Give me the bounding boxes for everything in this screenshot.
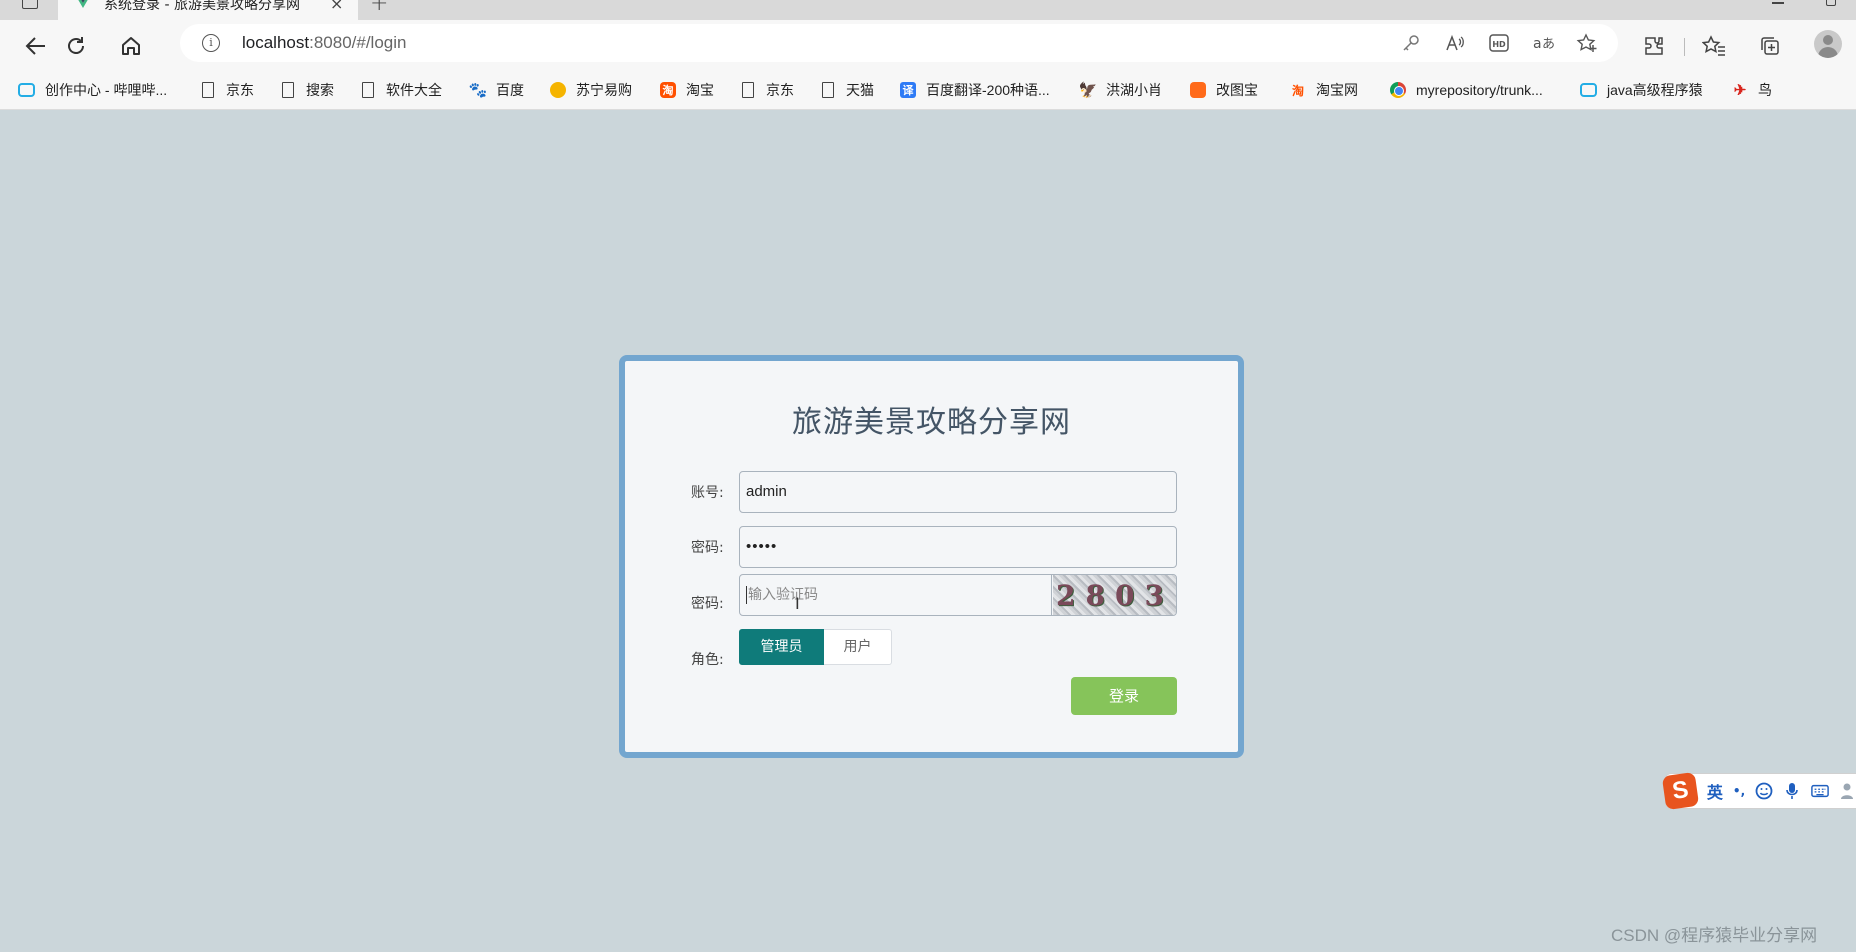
bookmark-item[interactable]: 创作中心 - 哔哩哔... bbox=[18, 78, 167, 102]
keyboard-icon[interactable] bbox=[1810, 782, 1829, 800]
eagle-icon: 🦅 bbox=[1078, 82, 1098, 99]
account-input[interactable]: admin bbox=[739, 471, 1177, 513]
bookmark-item[interactable]: 淘淘宝网 bbox=[1290, 78, 1358, 102]
emoji-icon[interactable] bbox=[1755, 782, 1773, 800]
extensions-icon[interactable] bbox=[1640, 32, 1668, 60]
captcha-image[interactable]: 2803 bbox=[1053, 575, 1176, 615]
reload-button[interactable] bbox=[62, 32, 90, 60]
translate-icon: 译 bbox=[900, 82, 916, 98]
text-caret bbox=[746, 586, 747, 604]
site-info-icon[interactable]: i bbox=[202, 34, 220, 52]
page-icon bbox=[742, 82, 754, 98]
taobao-icon: 淘 bbox=[660, 82, 676, 98]
back-button[interactable] bbox=[22, 32, 50, 60]
sogou-logo-icon[interactable]: S bbox=[1661, 771, 1700, 811]
add-favorite-icon[interactable] bbox=[1576, 33, 1598, 53]
role-label: 角色: bbox=[691, 652, 724, 668]
translate-page-icon[interactable]: aあ bbox=[1532, 33, 1554, 53]
collections-icon[interactable] bbox=[1756, 32, 1784, 60]
account-label: 账号: bbox=[691, 485, 724, 501]
bookmark-item[interactable]: 译百度翻译-200种语... bbox=[900, 78, 1050, 102]
suning-icon bbox=[550, 82, 566, 98]
captcha-field: 输入验证码 2803 bbox=[739, 574, 1177, 616]
role-selector: 管理员 用户 bbox=[739, 629, 892, 665]
user-icon[interactable] bbox=[1839, 782, 1856, 800]
bilibili-icon bbox=[1580, 83, 1597, 97]
toolbar-divider bbox=[1684, 38, 1685, 56]
password-input[interactable]: ••••• bbox=[739, 526, 1177, 568]
back-arrow-icon bbox=[25, 37, 45, 55]
chrome-icon bbox=[1390, 82, 1406, 98]
bookmark-item[interactable]: ✈ 鸟 bbox=[1732, 78, 1772, 102]
captcha-input[interactable]: 输入验证码 bbox=[740, 575, 1052, 615]
bookmark-item[interactable]: 🦅 洪湖小肖 bbox=[1078, 78, 1162, 102]
microphone-icon[interactable] bbox=[1783, 782, 1800, 800]
bookmark-item[interactable]: 改图宝 bbox=[1190, 78, 1258, 102]
taobao-icon: 淘 bbox=[1291, 83, 1304, 98]
watermark: CSDN @程序猿毕业分享网 bbox=[1611, 926, 1818, 945]
page-title: 旅游美景攻略分享网 bbox=[792, 405, 1071, 440]
bookmark-item[interactable]: 京东 bbox=[740, 78, 794, 102]
svg-text:a: a bbox=[1533, 36, 1542, 52]
bilibili-icon bbox=[18, 83, 35, 97]
bookmark-item[interactable]: 软件大全 bbox=[360, 78, 442, 102]
ime-mode-toggle[interactable]: 英 bbox=[1707, 779, 1723, 803]
browser-tab[interactable]: 系统登录 - 旅游美景攻略分享网 × bbox=[58, 0, 358, 20]
hd-icon[interactable]: HD bbox=[1488, 33, 1510, 53]
read-aloud-icon[interactable] bbox=[1444, 33, 1466, 53]
sidebar-toggle-icon[interactable] bbox=[22, 0, 38, 9]
home-icon bbox=[122, 37, 140, 55]
page-icon bbox=[202, 82, 214, 98]
login-card: 旅游美景攻略分享网 账号: admin 密码: ••••• 密码: 输入验证码 … bbox=[619, 355, 1244, 758]
page-icon bbox=[822, 82, 834, 98]
tab-close-icon[interactable]: × bbox=[330, 0, 343, 13]
home-button[interactable] bbox=[117, 32, 145, 60]
bookmark-item[interactable]: 天猫 bbox=[820, 78, 874, 102]
page-icon bbox=[362, 82, 374, 98]
bird-icon: ✈ bbox=[1733, 82, 1747, 99]
vue-favicon-icon bbox=[78, 0, 88, 8]
page-icon bbox=[282, 82, 294, 98]
navigation-bar: i localhost:8080/#/login HD aあ bbox=[0, 20, 1856, 72]
address-bar[interactable]: i localhost:8080/#/login HD aあ bbox=[180, 24, 1618, 62]
svg-text:HD: HD bbox=[1492, 40, 1506, 49]
ime-toolbar: S 英 •, bbox=[1661, 771, 1856, 811]
svg-text:あ: あ bbox=[1542, 37, 1554, 52]
bookmark-item[interactable]: 🐾 百度 bbox=[468, 78, 524, 102]
password-key-icon[interactable] bbox=[1400, 33, 1422, 53]
baidu-paw-icon: 🐾 bbox=[468, 82, 488, 99]
bookmark-item[interactable]: 苏宁易购 bbox=[550, 78, 632, 102]
address-url[interactable]: localhost:8080/#/login bbox=[242, 33, 406, 53]
gaitubao-icon bbox=[1190, 82, 1206, 98]
captcha-label: 密码: bbox=[691, 596, 724, 612]
bookmark-item[interactable]: 京东 bbox=[200, 78, 254, 102]
captcha-placeholder: 输入验证码 bbox=[748, 587, 818, 603]
reload-icon bbox=[68, 37, 84, 54]
maximize-icon[interactable] bbox=[1826, 0, 1836, 6]
bookmark-item[interactable]: 搜索 bbox=[280, 78, 334, 102]
tab-title: 系统登录 - 旅游美景攻略分享网 bbox=[104, 0, 300, 13]
bookmarks-bar: 创作中心 - 哔哩哔... 京东 搜索 软件大全 🐾 百度 苏宁易购 淘淘宝 京东… bbox=[0, 72, 1856, 110]
profile-avatar[interactable] bbox=[1814, 30, 1842, 58]
bookmark-item[interactable]: java高级程序猿 bbox=[1580, 78, 1703, 102]
login-button[interactable]: 登录 bbox=[1071, 677, 1177, 715]
minimize-icon[interactable] bbox=[1772, 2, 1784, 4]
ime-punctuation-toggle[interactable]: •, bbox=[1733, 784, 1745, 798]
new-tab-button[interactable]: + bbox=[370, 0, 388, 16]
tab-strip: 系统登录 - 旅游美景攻略分享网 × + bbox=[0, 0, 1856, 20]
password-label: 密码: bbox=[691, 540, 724, 556]
bookmark-item[interactable]: myrepository/trunk... bbox=[1390, 78, 1543, 102]
role-user-button[interactable]: 用户 bbox=[824, 629, 892, 665]
favorites-icon[interactable] bbox=[1700, 32, 1728, 60]
text-cursor-icon: I bbox=[795, 594, 800, 613]
role-admin-button[interactable]: 管理员 bbox=[739, 629, 824, 665]
bookmark-item[interactable]: 淘淘宝 bbox=[660, 78, 714, 102]
